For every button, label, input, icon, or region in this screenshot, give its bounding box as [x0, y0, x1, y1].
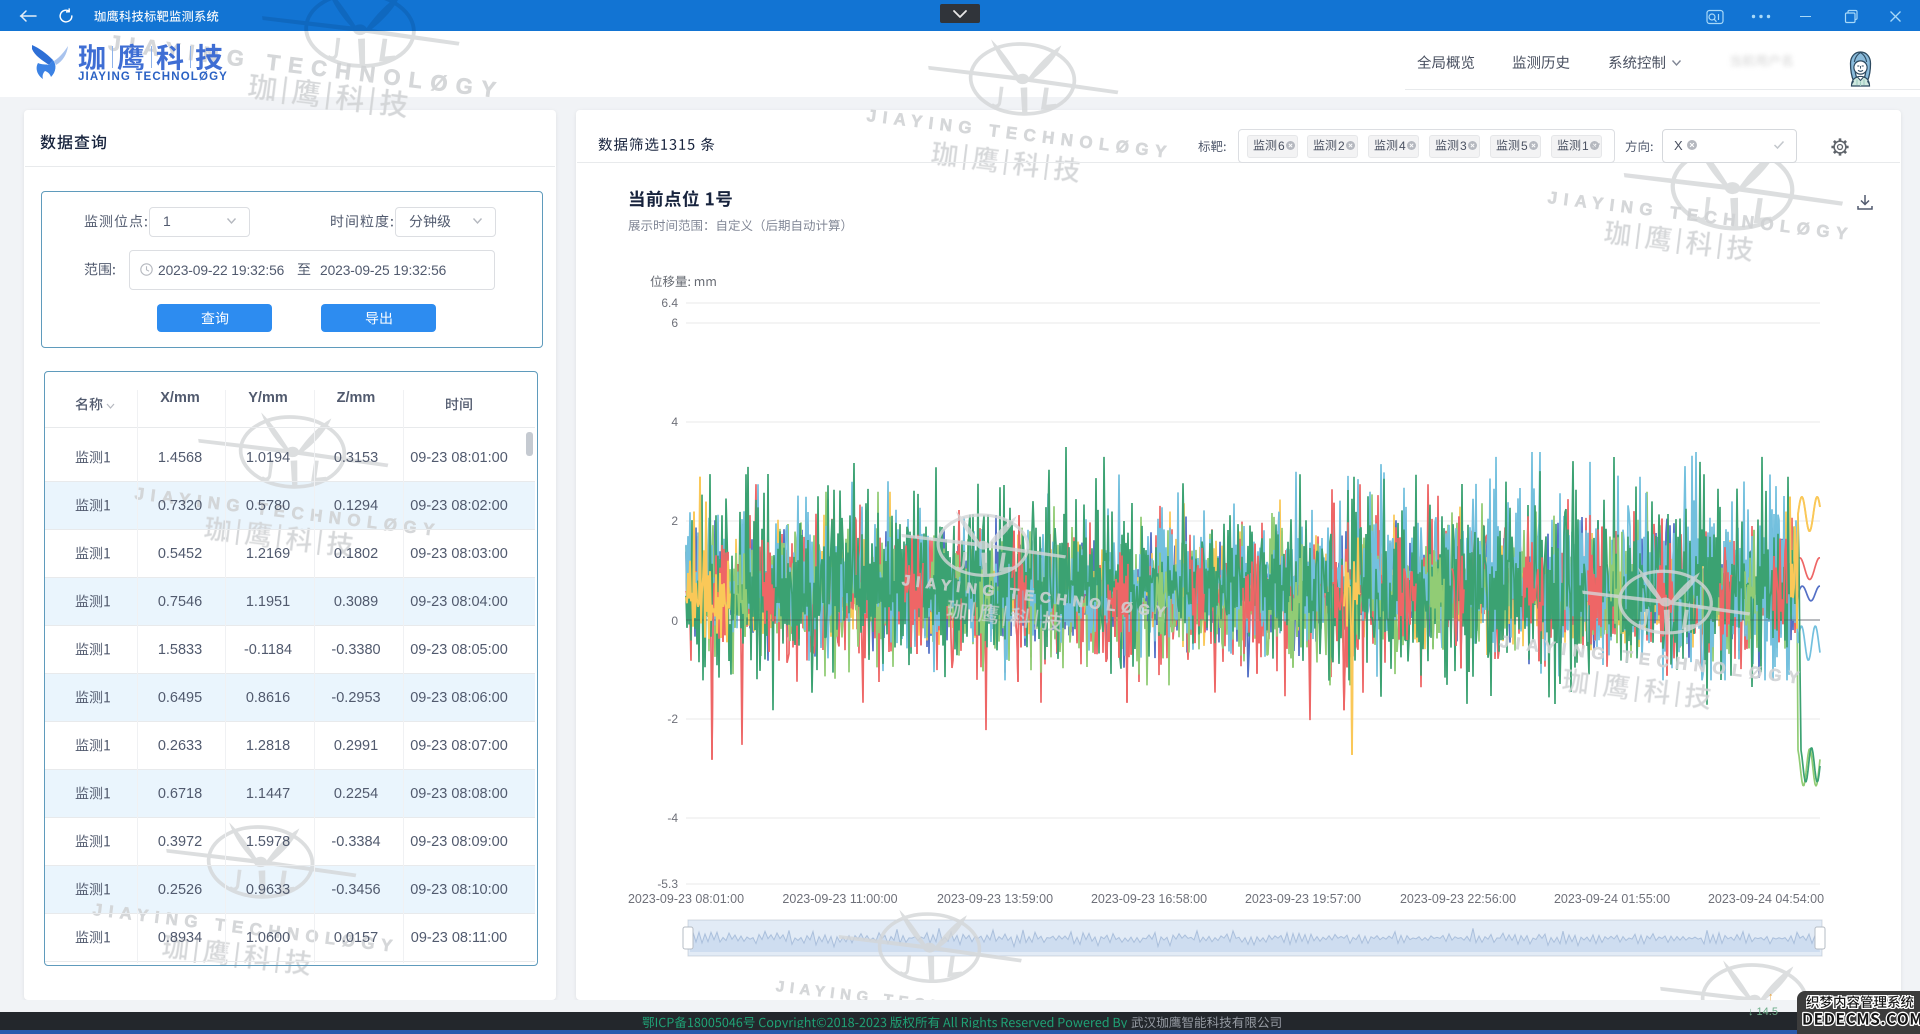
svg-text:2023-09-24 04:54:00: 2023-09-24 04:54:00	[1708, 892, 1824, 906]
svg-text:2: 2	[671, 514, 678, 528]
svg-text:2023-09-23 16:58:00: 2023-09-23 16:58:00	[1091, 892, 1207, 906]
svg-text:-2: -2	[667, 712, 678, 726]
svg-text:6.4: 6.4	[661, 296, 678, 310]
svg-text:2023-09-23 08:01:00: 2023-09-23 08:01:00	[628, 892, 744, 906]
svg-text:4: 4	[671, 415, 678, 429]
svg-text:-4: -4	[667, 811, 678, 825]
svg-text:-5.3: -5.3	[657, 877, 678, 891]
svg-text:2023-09-23 19:57:00: 2023-09-23 19:57:00	[1245, 892, 1361, 906]
svg-text:6: 6	[671, 316, 678, 330]
svg-text:2023-09-24 01:55:00: 2023-09-24 01:55:00	[1554, 892, 1670, 906]
svg-text:0: 0	[671, 614, 678, 628]
svg-text:2023-09-23 22:56:00: 2023-09-23 22:56:00	[1400, 892, 1516, 906]
